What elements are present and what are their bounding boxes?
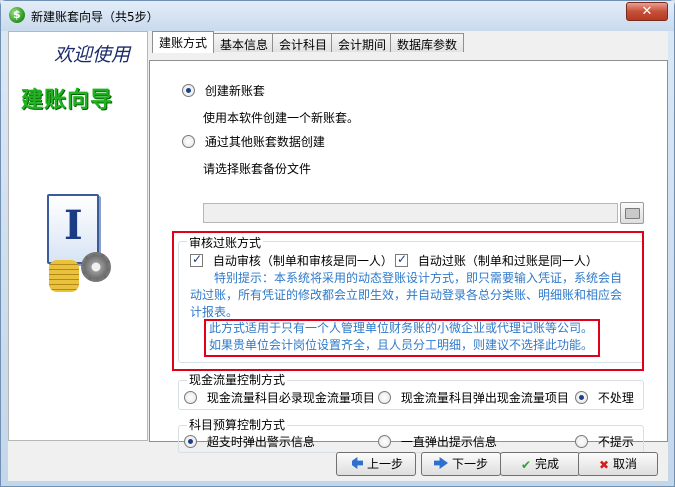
radio-cashflow-none-control[interactable] (575, 391, 588, 404)
arrow-right-icon (433, 457, 448, 469)
radio-cashflow-required-label: 现金流量科目必录现金流量项目 (206, 391, 375, 405)
next-step-label: 下一步 (451, 457, 488, 471)
notice-line-2: 如果贵单位会计岗位设置齐全，且人员分工明细，则建议不选择此功能。 (209, 338, 594, 352)
checkbox-auto-post-control[interactable] (395, 252, 408, 267)
wizard-banner: 欢迎使用 建账向导 I (8, 31, 148, 441)
checkbox-auto-audit-control[interactable] (190, 252, 203, 267)
checkbox-auto-audit[interactable]: 自动审核（制单和审核是同一人） (190, 252, 393, 269)
tab-panel-create-mode: 创建新账套 使用本软件创建一个新账套。 通过其他账套数据创建 请选择账套备份文件… (149, 60, 668, 453)
browse-folder-button[interactable] (620, 202, 644, 224)
wizard-client: 欢迎使用 建账向导 I 建账方式 基本信息 会计科目 会计期间 数据库参数 创建… (8, 31, 668, 481)
tab-create-mode[interactable]: 建账方式 (152, 31, 215, 53)
audit-tip-text: 特别提示：本系统将采用的动态登账设计方式，即只需要输入凭证，系统会自动过账，所有… (190, 271, 623, 319)
welcome-text: 欢迎使用 (54, 44, 131, 66)
radio-budget-warn[interactable]: 超支时弹出警示信息 (184, 433, 315, 450)
radio-cashflow-required[interactable]: 现金流量科目必录现金流量项目 (184, 389, 375, 406)
tab-periods[interactable]: 会计期间 (331, 33, 394, 52)
checkbox-auto-post[interactable]: 自动过账（制单和过账是同一人） (395, 252, 598, 269)
budget-title: 科目预算控制方式 (187, 416, 288, 433)
radio-create-new-control[interactable] (182, 84, 195, 97)
folder-icon (625, 208, 640, 219)
radio-budget-none-control[interactable] (575, 435, 588, 448)
radio-cashflow-popup-control[interactable] (378, 391, 391, 404)
arrow-left-icon (348, 457, 363, 469)
radio-budget-none-label: 不提示 (597, 435, 634, 449)
backup-file-label: 请选择账套备份文件 (203, 162, 312, 176)
backup-file-input[interactable] (203, 203, 618, 223)
app-icon: $ (9, 7, 25, 23)
prev-step-button[interactable]: 上一步 (336, 452, 416, 476)
radio-create-new-label: 创建新账套 (204, 84, 265, 98)
wizard-name: 建账向导 (21, 88, 114, 113)
checkbox-auto-post-label: 自动过账（制单和过账是同一人） (417, 254, 598, 268)
finish-button[interactable]: ✔ 完成 (500, 452, 580, 476)
title-bar: $ 新建账套向导（共5步） ✕ (1, 1, 674, 31)
radio-cashflow-none-label: 不处理 (597, 391, 634, 405)
close-button[interactable]: ✕ (626, 2, 668, 21)
checkmark-icon: ✔ (520, 458, 532, 472)
window-title: 新建账套向导（共5步） (31, 10, 159, 24)
checkbox-auto-audit-label: 自动审核（制单和审核是同一人） (212, 254, 393, 268)
cashflow-title: 现金流量控制方式 (187, 371, 288, 388)
radio-cashflow-popup[interactable]: 现金流量科目弹出现金流量项目 (378, 389, 569, 406)
tab-accounts[interactable]: 会计科目 (272, 33, 335, 52)
radio-create-new[interactable]: 创建新账套 (182, 82, 265, 99)
radio-budget-warn-control[interactable] (184, 435, 197, 448)
radio-budget-always[interactable]: 一直弹出提示信息 (378, 433, 497, 450)
radio-from-backup[interactable]: 通过其他账套数据创建 (182, 133, 325, 150)
radio-cashflow-required-control[interactable] (184, 391, 197, 404)
next-step-button[interactable]: 下一步 (421, 452, 501, 476)
ledger-letter: I (64, 202, 83, 249)
radio-cashflow-none[interactable]: 不处理 (575, 389, 634, 406)
finish-label: 完成 (535, 457, 560, 471)
radio-cashflow-popup-label: 现金流量科目弹出现金流量项目 (400, 391, 569, 405)
wizard-window: $ 新建账套向导（共5步） ✕ 欢迎使用 建账向导 I 建账方式 基本信息 会计… (0, 0, 675, 487)
create-new-description: 使用本软件创建一个新账套。 (203, 111, 360, 125)
radio-budget-always-control[interactable] (378, 435, 391, 448)
radio-budget-warn-label: 超支时弹出警示信息 (206, 435, 315, 449)
cancel-button[interactable]: ✖ 取消 (578, 452, 658, 476)
notice-line-1: 此方式适用于只有一个人管理单位财务账的小微企业或代理记账等公司。 (209, 321, 594, 335)
coins-icon (49, 260, 79, 292)
radio-from-backup-label: 通过其他账套数据创建 (204, 135, 325, 149)
gear-icon (81, 252, 111, 282)
radio-budget-none[interactable]: 不提示 (575, 433, 634, 450)
tab-basic-info[interactable]: 基本信息 (213, 33, 276, 52)
prev-step-label: 上一步 (366, 457, 403, 471)
radio-from-backup-control[interactable] (182, 135, 195, 148)
cancel-icon: ✖ (598, 458, 610, 472)
cancel-label: 取消 (613, 457, 638, 471)
radio-budget-always-label: 一直弹出提示信息 (400, 435, 497, 449)
tab-database[interactable]: 数据库参数 (390, 33, 465, 52)
